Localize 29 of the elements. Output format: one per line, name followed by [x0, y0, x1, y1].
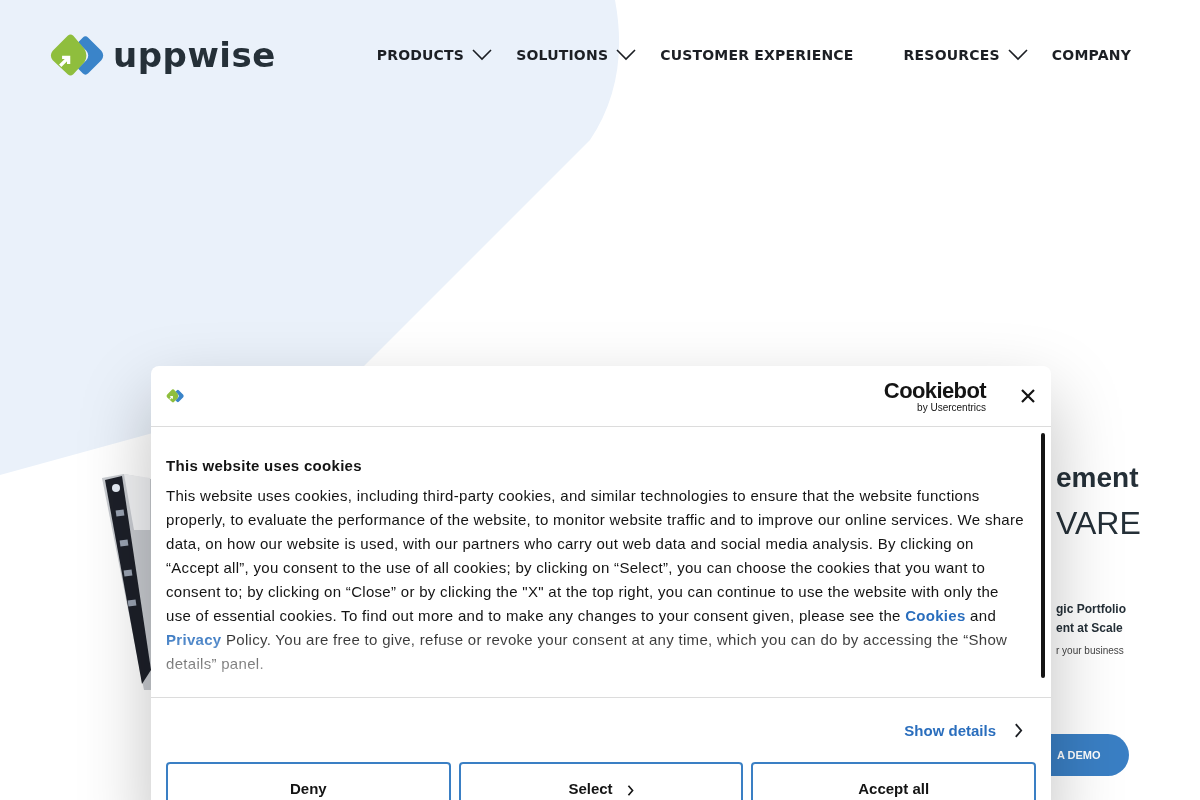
policy-link[interactable]: Privacy — [166, 631, 222, 648]
close-button[interactable] — [1020, 388, 1036, 404]
nav-link[interactable]: RESOURCES — [903, 47, 1028, 63]
logo-icon — [166, 389, 185, 403]
cookiebot-tagline: by Usercentrics — [917, 402, 986, 413]
consent-button[interactable]: Select — [458, 762, 744, 800]
hero-caption: r your business — [1056, 645, 1124, 656]
hero-title: ement — [1056, 462, 1139, 494]
chevron-down-icon — [616, 49, 637, 61]
nav-link[interactable]: SOLUTIONS — [516, 47, 637, 63]
consent-button[interactable]: Accept all — [751, 762, 1036, 800]
hero-subtitle: VARE — [1056, 505, 1141, 542]
nav-link[interactable]: COMPANY — [1051, 47, 1131, 63]
chevron-right-icon — [626, 784, 634, 796]
scrollbar[interactable] — [1041, 433, 1045, 678]
consent-text: This website uses cookies, including third-party cookies, and similar technologies to ensure that the website functions properly, to evaluate the performance of the website, to monitor website traffic and to improve our online services. We share data, on how our website is used, with our partners who carry out web data and social media analysis. By clicking on “Accept all”, you consent to the use of all cookies; by clicking on “Select”, you can choose the cookies that you want to consent to; by clicking on “Close” or by clicking the "X" at the top right, you can continue to use the website with only the use of essential cookies. To find out more and to make any changes to your consent given, please see the Cookies and Privacy Policy. You are free to give, refuse or revoke your consent at any time, which you can do by accessing the “Show details” panel. — [166, 486, 1025, 674]
chevron-down-icon — [472, 49, 493, 61]
hero-heading: ent at Scale — [1056, 621, 1123, 635]
dialog-title: This website uses cookies — [166, 457, 363, 474]
logo-icon — [49, 33, 106, 77]
cookiebot-logo: Cookiebot — [883, 379, 986, 402]
policy-link[interactable]: Cookies — [905, 607, 966, 624]
chevron-down-icon — [1007, 49, 1028, 61]
nav-link[interactable]: PRODUCTS — [376, 47, 493, 63]
nav-link[interactable]: CUSTOMER EXPERIENCE — [660, 47, 854, 63]
consent-button[interactable]: Deny — [166, 762, 451, 800]
chevron-right-icon — [1014, 723, 1023, 738]
hero-heading: gic Portfolio — [1056, 602, 1126, 616]
logo-text[interactable]: uppwise — [113, 38, 276, 72]
